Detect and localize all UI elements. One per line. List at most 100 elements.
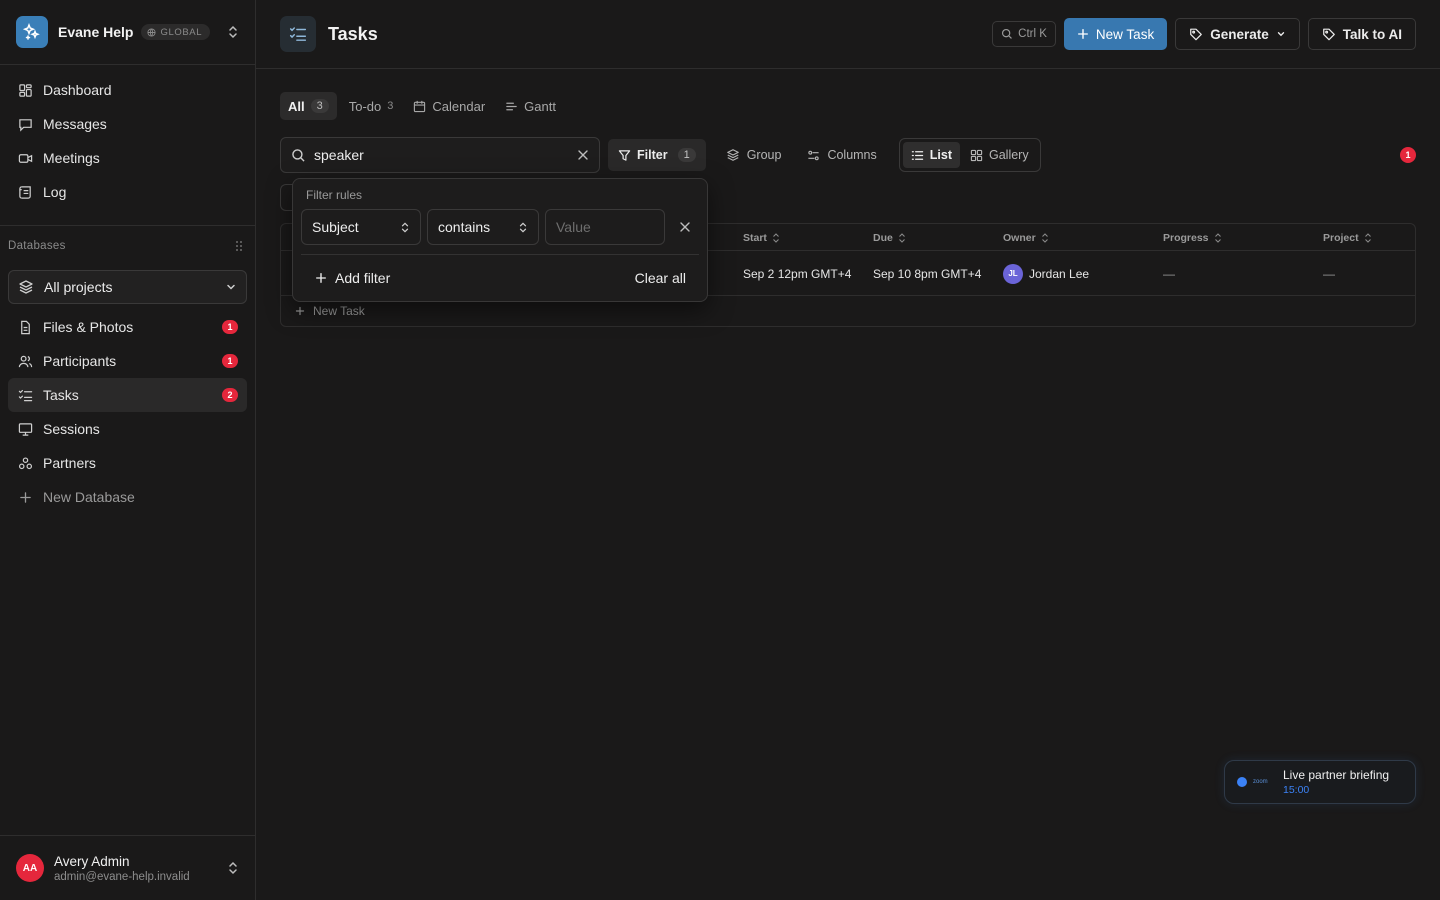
search-icon — [1001, 28, 1013, 40]
chevron-up-down-icon — [518, 221, 528, 234]
column-title: Owner — [1003, 231, 1036, 244]
command-search-button[interactable]: Ctrl K — [992, 21, 1056, 47]
tab-label: All — [288, 98, 305, 114]
live-meeting-toast[interactable]: zoom Live partner briefing 15:00 — [1224, 760, 1416, 804]
layers-icon — [726, 148, 740, 162]
column-header-project[interactable]: Project — [1323, 224, 1372, 251]
live-indicator-icon — [1237, 777, 1247, 787]
filter-rule: Subject contains Value — [301, 209, 691, 245]
chevron-down-icon — [1276, 29, 1286, 39]
plus-icon — [1077, 28, 1089, 40]
notification-badge[interactable]: 1 — [1400, 147, 1416, 163]
new-task-button[interactable]: New Task — [1063, 18, 1168, 50]
group-button[interactable]: Group — [720, 139, 788, 171]
databases-heading: Databases — [0, 226, 255, 266]
cell-start[interactable]: Sep 2 12pm GMT+4 — [743, 251, 865, 296]
workspace-logo-icon — [16, 16, 48, 48]
tab-calendar[interactable]: Calendar — [405, 92, 493, 120]
new-database-button[interactable]: New Database — [8, 480, 247, 514]
calendar-icon — [413, 100, 426, 113]
database-nav: Files & Photos 1 Participants 1 Tasks 2 … — [0, 310, 255, 522]
gallery-view-button[interactable]: Gallery — [962, 142, 1037, 168]
plus-icon — [295, 306, 305, 316]
search-input[interactable] — [314, 147, 569, 163]
dashboard-icon — [17, 82, 33, 98]
nav-item-files-photos[interactable]: Files & Photos 1 — [8, 310, 247, 344]
tab-todo[interactable]: To-do 3 — [341, 92, 402, 120]
nav-label: Files & Photos — [43, 319, 134, 335]
column-header-progress[interactable]: Progress — [1163, 224, 1222, 251]
user-profile-menu[interactable]: AA Avery Admin admin@evane-help.invalid — [0, 835, 255, 900]
search-icon — [291, 148, 306, 163]
gantt-icon — [505, 100, 518, 113]
column-header-start[interactable]: Start — [743, 224, 780, 251]
new-database-label: New Database — [43, 489, 135, 505]
sort-icon — [1364, 232, 1372, 243]
list-label: List — [929, 148, 952, 162]
cell-owner[interactable]: JL Jordan Lee — [1003, 251, 1089, 296]
main-nav: Dashboard Messages Meetings Log — [0, 65, 255, 217]
nav-item-meetings[interactable]: Meetings — [8, 141, 247, 175]
nav-item-tasks[interactable]: Tasks 2 — [8, 378, 247, 412]
checklist-icon — [17, 387, 33, 403]
add-filter-button[interactable]: Add filter — [315, 267, 390, 289]
clear-search-icon[interactable] — [577, 149, 589, 161]
workspace-switcher[interactable]: Evane Help GLOBAL — [0, 0, 255, 65]
nav-item-dashboard[interactable]: Dashboard — [8, 73, 247, 107]
cell-progress[interactable]: — — [1163, 251, 1175, 296]
generate-button[interactable]: Generate — [1175, 18, 1300, 50]
gallery-label: Gallery — [989, 148, 1029, 162]
talk-to-ai-label: Talk to AI — [1342, 26, 1402, 42]
topbar: Tasks Ctrl K New Task Generate Talk to A… — [256, 0, 1440, 69]
filter-field-value: Subject — [312, 219, 359, 235]
sort-icon — [772, 232, 780, 243]
tab-gantt[interactable]: Gantt — [497, 92, 564, 120]
cell-project[interactable]: — — [1323, 251, 1335, 296]
nav-item-participants[interactable]: Participants 1 — [8, 344, 247, 378]
filter-count: 1 — [677, 148, 696, 162]
plus-icon — [17, 489, 33, 505]
count-badge: 1 — [222, 354, 238, 368]
zoom-logo: zoom — [1253, 779, 1268, 785]
layout-toggle: List Gallery — [898, 138, 1041, 172]
filter-popover: Filter rules Subject contains Value Add … — [292, 178, 708, 302]
nav-item-messages[interactable]: Messages — [8, 107, 247, 141]
meeting-info: Live partner briefing 15:00 — [1283, 768, 1389, 796]
avatar: AA — [16, 854, 44, 882]
count-badge: 2 — [222, 388, 238, 402]
filter-field-select[interactable]: Subject — [301, 209, 421, 245]
talk-to-ai-button[interactable]: Talk to AI — [1307, 18, 1416, 50]
new-task-row-label: New Task — [313, 304, 365, 318]
project-selector-label: All projects — [44, 279, 113, 295]
columns-button[interactable]: Columns — [801, 139, 882, 171]
chevron-down-icon — [225, 281, 237, 293]
avatar: JL — [1003, 263, 1023, 284]
column-header-owner[interactable]: Owner — [1003, 224, 1049, 251]
project-selector[interactable]: All projects — [8, 270, 247, 304]
cell-due[interactable]: Sep 10 8pm GMT+4 — [873, 251, 983, 296]
profile-name: Avery Admin — [54, 853, 130, 869]
filter-label: Filter — [637, 148, 668, 162]
list-view-button[interactable]: List — [902, 142, 960, 168]
filter-button[interactable]: Filter 1 — [608, 139, 706, 171]
count-badge: 1 — [222, 320, 238, 334]
column-title: Start — [743, 231, 767, 244]
generate-label: Generate — [1210, 26, 1269, 42]
tab-all[interactable]: All 3 — [280, 92, 337, 120]
clear-all-button[interactable]: Clear all — [635, 267, 686, 289]
new-task-label: New Task — [1095, 26, 1155, 42]
filter-value-input[interactable]: Value — [545, 209, 665, 245]
profile-email: admin@evane-help.invalid — [54, 870, 190, 883]
workspace-badge-label: GLOBAL — [160, 26, 203, 38]
filter-operator-select[interactable]: contains — [427, 209, 539, 245]
nav-item-sessions[interactable]: Sessions — [8, 412, 247, 446]
nav-item-partners[interactable]: Partners — [8, 446, 247, 480]
nav-item-log[interactable]: Log — [8, 175, 247, 209]
column-title: Progress — [1163, 231, 1209, 244]
users-icon — [17, 353, 33, 369]
layers-icon — [18, 279, 34, 295]
remove-rule-icon[interactable] — [679, 221, 691, 233]
column-header-due[interactable]: Due — [873, 224, 906, 251]
handshake-icon — [17, 455, 33, 471]
drag-handle-icon[interactable] — [235, 240, 243, 252]
